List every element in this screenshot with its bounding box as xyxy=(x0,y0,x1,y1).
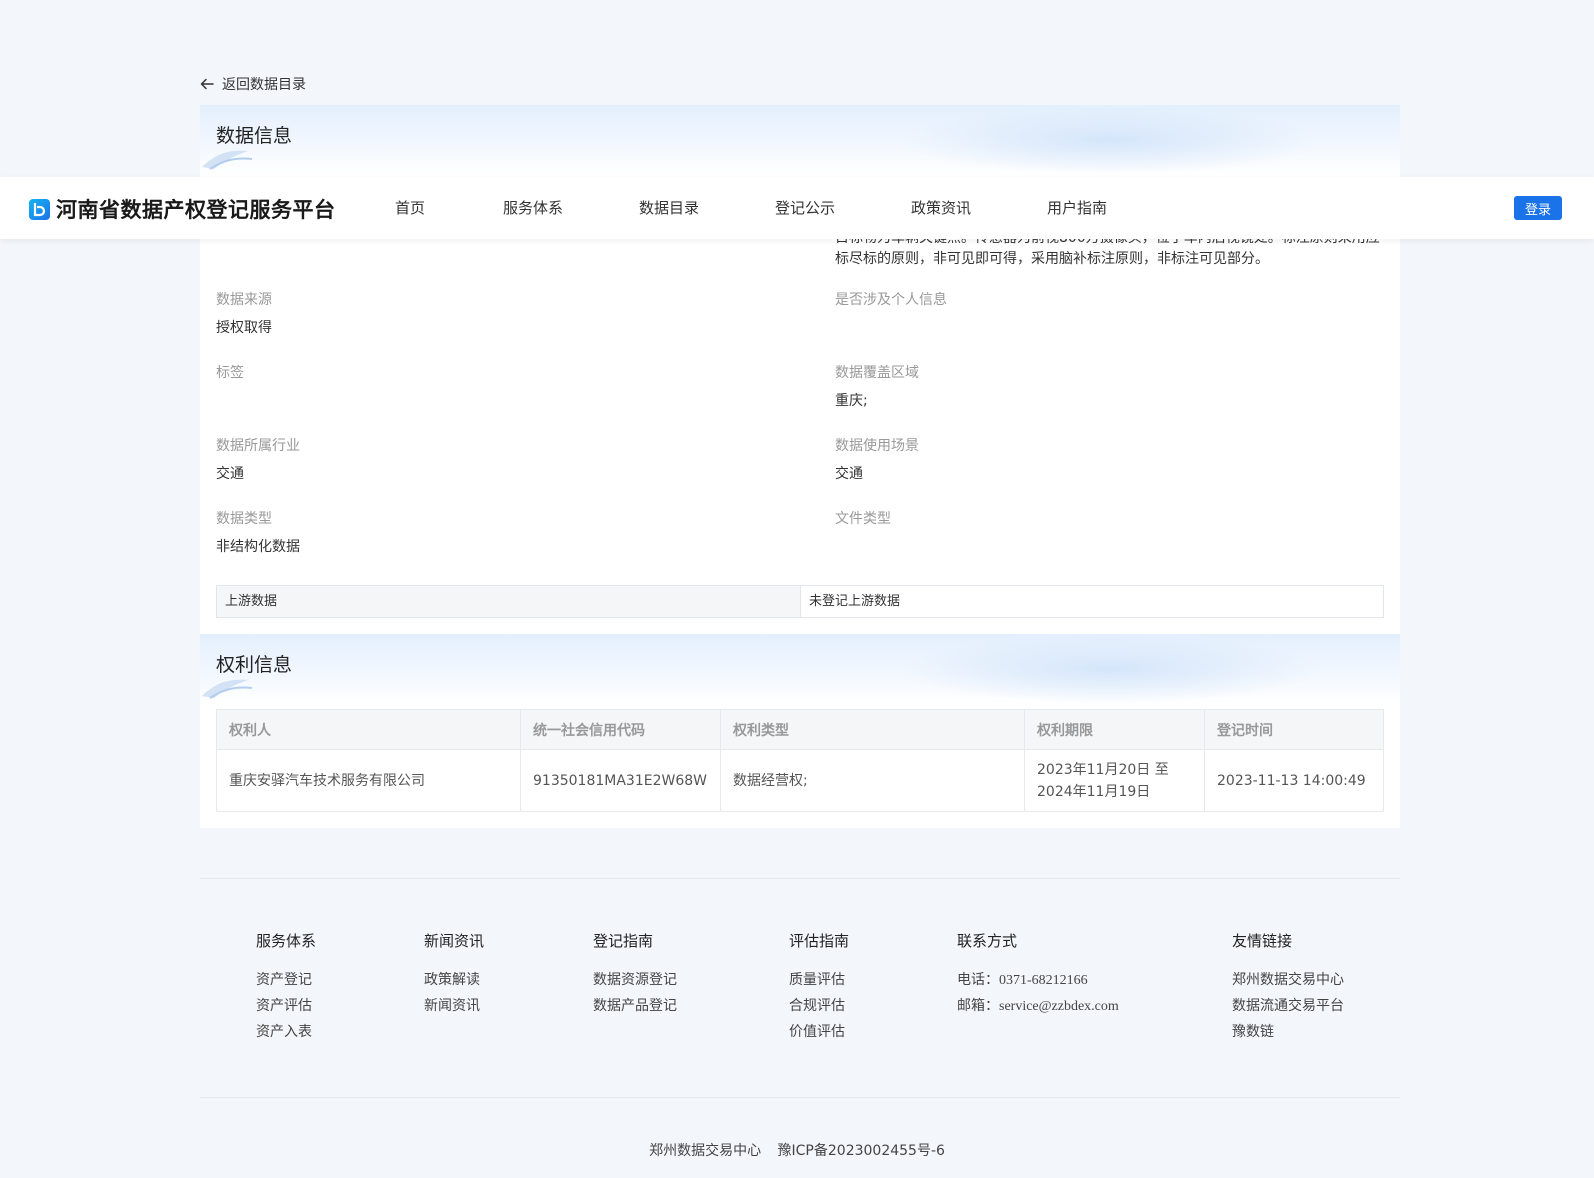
field-label: 数据使用场景 xyxy=(835,438,919,454)
field-value: 交通 xyxy=(216,466,244,482)
field-file-type: 文件类型 xyxy=(835,509,1375,557)
platform-name: 河南省数据产权登记服务平台 xyxy=(56,198,336,222)
nav-user-guide[interactable]: 用户指南 xyxy=(1047,197,1107,218)
field-data-source: 数据来源 授权取得 xyxy=(216,290,756,338)
field-value: 非结构化数据 xyxy=(216,539,300,555)
field-value: 重庆; xyxy=(835,393,868,409)
field-value: 授权取得 xyxy=(216,320,272,336)
column-header: 统一社会信用代码 xyxy=(520,709,721,750)
contact-email: 邮箱：service@zzbdex.com xyxy=(957,996,1119,1016)
back-to-catalog-link[interactable]: 返回数据目录 xyxy=(200,74,306,94)
field-personal-info: 是否涉及个人信息 xyxy=(835,290,1375,338)
nav-policy-news[interactable]: 政策资讯 xyxy=(911,197,971,218)
footer-link[interactable]: 合规评估 xyxy=(789,996,849,1016)
field-value xyxy=(835,537,1375,557)
login-button[interactable]: 登录 xyxy=(1514,196,1562,220)
term-start: 2023年11月20日 至 xyxy=(1037,761,1169,778)
footer-divider-bottom xyxy=(200,1097,1400,1098)
credit-code-cell: 91350181MA31E2W68W xyxy=(520,749,721,812)
field-coverage-area: 数据覆盖区域 重庆; xyxy=(835,363,1375,411)
footer-link[interactable]: 价值评估 xyxy=(789,1022,849,1042)
field-value xyxy=(216,391,756,411)
data-info-title: 数据信息 xyxy=(216,125,293,147)
footer-col-friendly-links: 友情链接 郑州数据交易中心 数据流通交易平台 豫数链 xyxy=(1232,931,1344,1048)
footer-divider-top xyxy=(200,878,1400,879)
phone-value: 0371-68212166 xyxy=(999,973,1088,988)
rights-info-panel: 权利信息 权利人 统一社会信用代码 权利类型 权利期限 登记时间 重庆安驿汽车技… xyxy=(200,634,1400,828)
footer-heading: 服务体系 xyxy=(256,932,317,950)
footer-col-contact: 联系方式 电话：0371-68212166 邮箱：service@zzbdex.… xyxy=(957,931,1119,1022)
footer-link[interactable]: 郑州数据交易中心 xyxy=(1232,970,1344,990)
phone-label: 电话： xyxy=(957,972,999,988)
rights-info-header: 权利信息 xyxy=(200,634,1400,704)
right-type-cell: 数据经营权; xyxy=(720,749,1025,812)
column-header: 权利期限 xyxy=(1024,709,1205,750)
footer-link[interactable]: 资产登记 xyxy=(256,970,316,990)
field-tags: 标签 xyxy=(216,363,756,411)
footer-link[interactable]: 资产入表 xyxy=(256,1022,316,1042)
field-value: 交通 xyxy=(835,466,863,482)
footer-link[interactable]: 豫数链 xyxy=(1232,1022,1344,1042)
footer-col-service: 服务体系 资产登记 资产评估 资产入表 xyxy=(256,931,316,1048)
footer-heading: 联系方式 xyxy=(957,932,1018,950)
footer-heading: 友情链接 xyxy=(1232,932,1293,950)
icp-number[interactable]: 豫ICP备2023002455号-6 xyxy=(778,1143,945,1159)
field-label: 数据覆盖区域 xyxy=(835,365,919,381)
footer-heading: 新闻资讯 xyxy=(424,932,485,950)
back-link-label: 返回数据目录 xyxy=(222,77,306,93)
upstream-data-row: 上游数据 未登记上游数据 xyxy=(216,585,1384,618)
data-info-header: 数据信息 xyxy=(200,105,1400,175)
column-header: 权利类型 xyxy=(720,709,1025,750)
footer-heading: 评估指南 xyxy=(789,932,850,950)
rights-holder-cell: 重庆安驿汽车技术服务有限公司 xyxy=(216,749,521,812)
platform-logo-icon xyxy=(29,198,50,220)
nav-registration-notice[interactable]: 登记公示 xyxy=(775,197,835,218)
footer-col-assessment-guide: 评估指南 质量评估 合规评估 价值评估 xyxy=(789,931,849,1048)
field-label: 数据类型 xyxy=(216,511,272,527)
table-row: 重庆安驿汽车技术服务有限公司 91350181MA31E2W68W 数据经营权;… xyxy=(216,749,1384,812)
footer-link[interactable]: 新闻资讯 xyxy=(424,996,484,1016)
field-label: 是否涉及个人信息 xyxy=(835,292,947,308)
field-label: 标签 xyxy=(216,365,244,381)
footer-link[interactable]: 数据产品登记 xyxy=(593,996,677,1016)
top-navbar: 河南省数据产权登记服务平台 首页 服务体系 数据目录 登记公示 政策资讯 用户指… xyxy=(0,177,1594,239)
column-header: 登记时间 xyxy=(1204,709,1384,750)
footer-heading: 登记指南 xyxy=(593,932,654,950)
upstream-value: 未登记上游数据 xyxy=(809,594,901,609)
field-industry: 数据所属行业 交通 xyxy=(216,436,756,484)
right-term-cell: 2023年11月20日 至 2024年11月19日 xyxy=(1024,749,1205,812)
upstream-label: 上游数据 xyxy=(217,586,801,617)
field-label: 数据来源 xyxy=(216,292,272,308)
footer-link[interactable]: 资产评估 xyxy=(256,996,316,1016)
contact-phone: 电话：0371-68212166 xyxy=(957,970,1119,990)
footer-col-news: 新闻资讯 政策解读 新闻资讯 xyxy=(424,931,484,1022)
email-label: 邮箱： xyxy=(957,998,999,1014)
field-label: 文件类型 xyxy=(835,511,891,527)
field-data-type: 数据类型 非结构化数据 xyxy=(216,509,756,557)
table-header-row: 权利人 统一社会信用代码 权利类型 权利期限 登记时间 xyxy=(216,709,1384,750)
description-line: 标尽标的原则，非可见即可得，采用脑补标注原则，非标注可见部分。 xyxy=(835,251,1269,267)
field-label: 数据所属行业 xyxy=(216,438,300,454)
column-header: 权利人 xyxy=(216,709,521,750)
footer-col-registration-guide: 登记指南 数据资源登记 数据产品登记 xyxy=(593,931,677,1022)
nav-service-system[interactable]: 服务体系 xyxy=(503,197,563,218)
rights-info-title: 权利信息 xyxy=(216,654,293,676)
field-value xyxy=(835,318,1375,338)
brand[interactable]: 河南省数据产权登记服务平台 xyxy=(29,194,336,224)
footer-link[interactable]: 数据资源登记 xyxy=(593,970,677,990)
footer-link[interactable]: 质量评估 xyxy=(789,970,849,990)
term-end: 2024年11月19日 xyxy=(1037,783,1151,800)
arrow-left-icon xyxy=(200,78,214,90)
nav-data-catalog[interactable]: 数据目录 xyxy=(639,197,699,218)
registered-time-cell: 2023-11-13 14:00:49 xyxy=(1204,749,1384,812)
copyright-org: 郑州数据交易中心 xyxy=(649,1143,762,1159)
footer-link[interactable]: 政策解读 xyxy=(424,970,484,990)
email-value[interactable]: service@zzbdex.com xyxy=(999,999,1119,1014)
rights-table: 权利人 统一社会信用代码 权利类型 权利期限 登记时间 重庆安驿汽车技术服务有限… xyxy=(216,709,1384,812)
nav-home[interactable]: 首页 xyxy=(395,197,425,218)
footer-link[interactable]: 数据流通交易平台 xyxy=(1232,996,1344,1016)
copyright: 郑州数据交易中心 豫ICP备2023002455号-6 xyxy=(0,1140,1594,1160)
field-usage-scenario: 数据使用场景 交通 xyxy=(835,436,1375,484)
